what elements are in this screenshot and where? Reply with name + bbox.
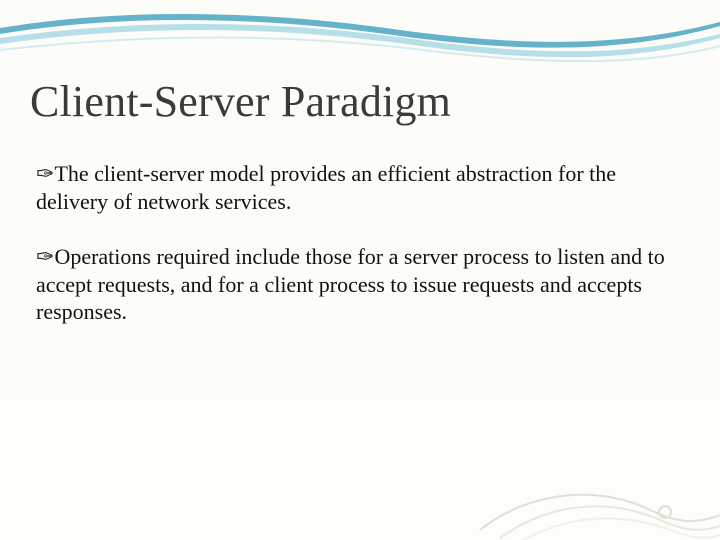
decorative-wave-top [0, 0, 720, 70]
bullet-glyph-icon: ✑ [36, 244, 54, 269]
slide-title: Client-Server Paradigm [30, 78, 690, 126]
decorative-swirl-bottom [460, 430, 720, 540]
bullet-item: ✑The client-server model provides an eff… [36, 160, 680, 215]
bullet-text: Operations required include those for a … [36, 244, 665, 324]
bullet-item: ✑Operations required include those for a… [36, 243, 680, 326]
slide: Client-Server Paradigm ✑The client-serve… [0, 0, 720, 540]
bullet-glyph-icon: ✑ [36, 161, 54, 186]
bullet-text: The client-server model provides an effi… [36, 161, 616, 214]
slide-body: ✑The client-server model provides an eff… [36, 160, 680, 354]
